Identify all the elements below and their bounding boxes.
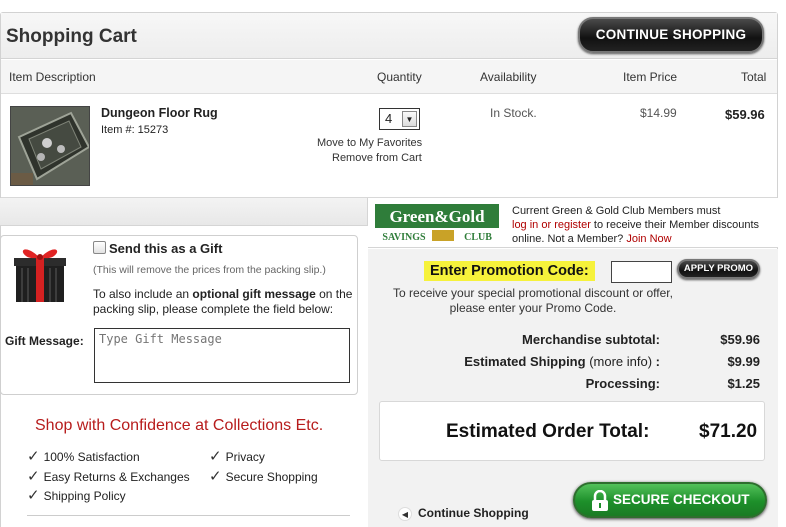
- lock-icon: [591, 489, 609, 512]
- merchandise-subtotal-label: Merchandise subtotal:: [522, 332, 660, 347]
- merchandise-subtotal-value: $59.96: [720, 332, 760, 347]
- product-item-number: Item #: 15273: [101, 124, 169, 136]
- club-line2: to receive their Member discounts: [590, 219, 760, 231]
- column-total: Total: [741, 70, 767, 84]
- gift-checkbox[interactable]: [93, 241, 106, 254]
- checkmark-icon: ✓: [209, 468, 222, 485]
- item-price: $14.99: [640, 106, 677, 120]
- left-panel-header-strip: [0, 198, 368, 226]
- item-total: $59.96: [725, 107, 765, 122]
- club-logo-title: Green&Gold: [389, 207, 485, 226]
- continue-shopping-link[interactable]: ◀ Continue Shopping: [398, 506, 529, 521]
- gift-box-icon: [12, 242, 68, 304]
- gift-description: To also include an optional gift message…: [93, 287, 355, 317]
- promo-description: To receive your special promotional disc…: [393, 286, 673, 315]
- estimated-shipping-value: $9.99: [727, 354, 760, 369]
- confidence-title: Shop with Confidence at Collections Etc.: [35, 417, 324, 434]
- gift-desc-prefix: To also include an: [93, 287, 193, 301]
- more-info-link[interactable]: (more info): [589, 354, 652, 369]
- club-logo-savings: SAVINGS: [382, 232, 426, 243]
- column-availability: Availability: [480, 70, 537, 84]
- gift-desc-bold: optional gift message: [192, 287, 316, 301]
- list-item: ✓ Secure Shopping: [209, 467, 318, 485]
- promo-code-label: Enter Promotion Code:: [424, 261, 595, 281]
- quantity-value: 4: [385, 111, 393, 126]
- list-item: ✓ 100% Satisfaction: [27, 447, 140, 465]
- green-gold-club-logo[interactable]: Green&Gold SAVINGS CLUB: [374, 203, 500, 243]
- confidence-item-label[interactable]: Secure Shopping: [226, 470, 318, 484]
- club-logo-club: CLUB: [464, 232, 492, 243]
- column-quantity: Quantity: [377, 70, 422, 84]
- move-to-favorites-link[interactable]: Move to My Favorites: [317, 137, 422, 149]
- order-total-label: Estimated Order Total:: [446, 421, 650, 442]
- quantity-select[interactable]: 4 ▼: [379, 108, 420, 130]
- secure-checkout-label: SECURE CHECKOUT: [613, 492, 750, 507]
- shipping-label-text: Estimated Shipping: [464, 354, 590, 369]
- checkmark-icon: ✓: [27, 487, 40, 504]
- gift-message-field[interactable]: [94, 328, 350, 383]
- list-item: ✓ Shipping Policy: [27, 486, 126, 504]
- gift-message-label: Gift Message:: [5, 334, 84, 348]
- list-item: ✓ Easy Returns & Exchanges: [27, 467, 190, 485]
- join-now-link[interactable]: Join Now: [626, 233, 671, 245]
- club-line1: Current Green & Gold Club Members must: [512, 205, 721, 217]
- checkmark-icon: ✓: [209, 448, 222, 465]
- gift-title[interactable]: Send this as a Gift: [109, 241, 222, 256]
- gift-note: (This will remove the prices from the pa…: [93, 264, 326, 276]
- checkmark-icon: ✓: [27, 448, 40, 465]
- chevron-down-icon[interactable]: ▼: [402, 111, 417, 127]
- confidence-item-label: 100% Satisfaction: [43, 450, 140, 464]
- apply-promo-button[interactable]: APPLY PROMO: [677, 259, 760, 279]
- divider: [27, 515, 350, 516]
- confidence-item-label[interactable]: Easy Returns & Exchanges: [44, 470, 190, 484]
- list-item: ✓ Privacy: [209, 447, 265, 465]
- availability-status: In Stock.: [490, 106, 537, 120]
- club-message: Current Green & Gold Club Members must l…: [512, 204, 774, 246]
- continue-shopping-label: Continue Shopping: [418, 506, 529, 520]
- product-thumbnail[interactable]: [10, 106, 90, 186]
- confidence-item-label[interactable]: Shipping Policy: [44, 489, 126, 503]
- processing-value: $1.25: [727, 376, 760, 391]
- order-total-value: $71.20: [699, 421, 758, 442]
- remove-from-cart-link[interactable]: Remove from Cart: [332, 152, 422, 164]
- club-line3: online. Not a Member?: [512, 233, 627, 245]
- login-register-link[interactable]: log in or register: [512, 219, 591, 231]
- checkmark-icon: ✓: [27, 468, 40, 485]
- estimated-shipping-label: Estimated Shipping (more info) :: [420, 354, 660, 369]
- column-item-description: Item Description: [9, 70, 96, 84]
- continue-shopping-button[interactable]: CONTINUE SHOPPING: [578, 17, 764, 53]
- page-title: Shopping Cart: [6, 26, 137, 47]
- confidence-item-label[interactable]: Privacy: [226, 450, 265, 464]
- shipping-colon: :: [652, 354, 660, 369]
- back-arrow-icon: ◀: [398, 506, 412, 521]
- column-item-price: Item Price: [623, 70, 678, 84]
- product-name[interactable]: Dungeon Floor Rug: [101, 106, 218, 120]
- secure-checkout-button[interactable]: SECURE CHECKOUT: [573, 482, 767, 518]
- processing-label: Processing:: [585, 376, 660, 391]
- promo-code-input[interactable]: [611, 261, 672, 283]
